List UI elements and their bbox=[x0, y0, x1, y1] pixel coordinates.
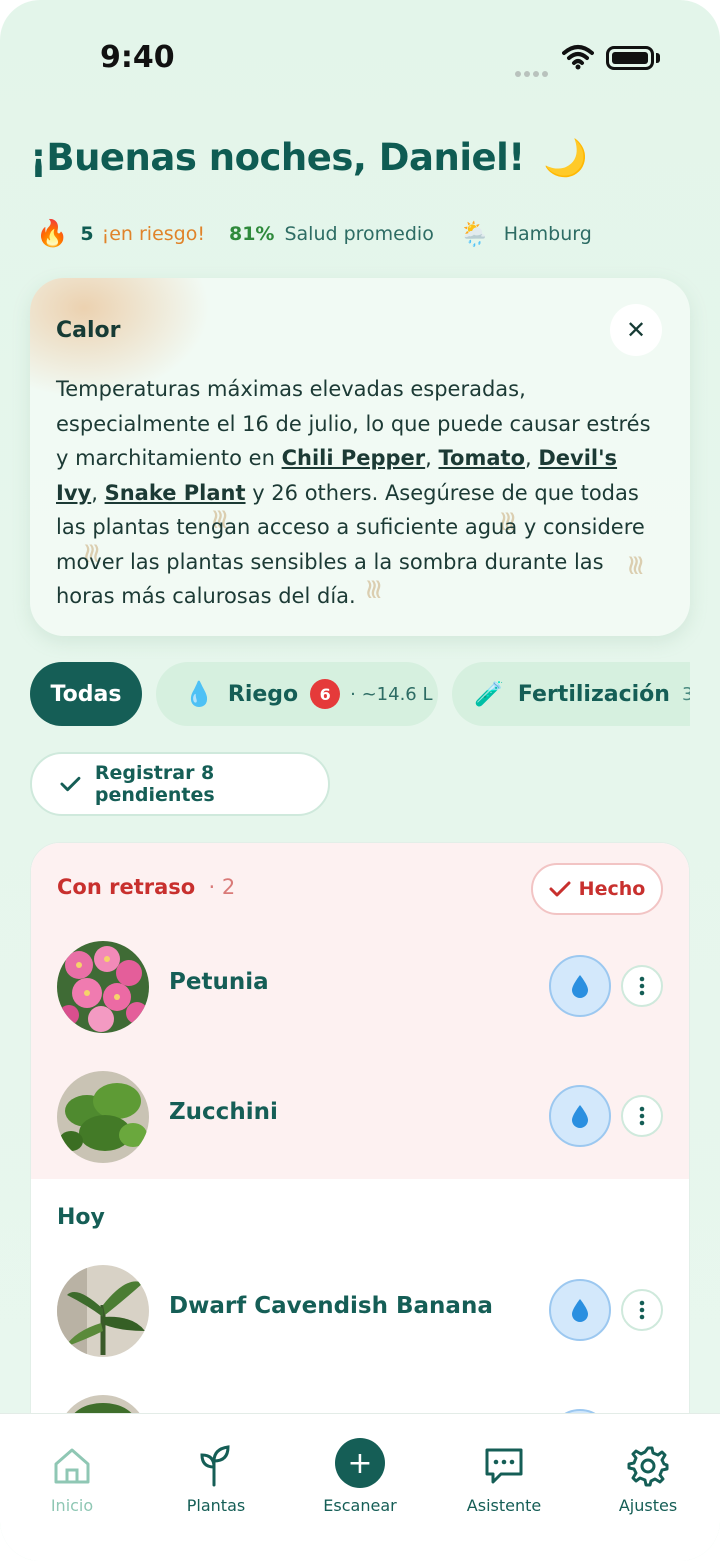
signal-dots-icon bbox=[515, 62, 551, 81]
tab-all[interactable]: Todas bbox=[30, 662, 142, 726]
plant-photo-zucchini bbox=[57, 1071, 149, 1163]
app-screen: 9:40 ¡Buenas noches, Daniel! 🌙 🔥 5 ¡en r… bbox=[0, 0, 720, 1561]
check-icon bbox=[60, 776, 81, 792]
plant-name: Petunia bbox=[169, 969, 269, 995]
nav-label-settings: Ajustes bbox=[618, 1496, 678, 1515]
stats-row: 🔥 5 ¡en riesgo! 81% Salud promedio 🌦️ Ha… bbox=[36, 216, 592, 252]
tab-all-label: Todas bbox=[50, 681, 122, 707]
status-bar: 9:40 bbox=[0, 0, 720, 110]
close-icon[interactable]: ✕ bbox=[610, 304, 662, 356]
watering-count-badge: 6 bbox=[310, 679, 341, 709]
plant-name: Dwarf Cavendish Banana bbox=[169, 1293, 493, 1319]
status-time: 9:40 bbox=[100, 40, 175, 75]
plant-name: Zucchini bbox=[169, 1099, 278, 1125]
moon-icon: 🌙 bbox=[543, 138, 588, 179]
alert-separator: , bbox=[525, 446, 539, 470]
tab-watering-label: Riego bbox=[227, 681, 299, 707]
list-item[interactable]: Zucchini bbox=[31, 1067, 689, 1167]
home-icon bbox=[52, 1444, 92, 1488]
nav-label-assistant: Asistente bbox=[466, 1496, 542, 1515]
greeting-title: ¡Buenas noches, Daniel! 🌙 bbox=[30, 136, 588, 179]
today-section-title: Hoy bbox=[57, 1205, 105, 1230]
nav-label-plants: Plantas bbox=[186, 1496, 246, 1515]
heat-alert-card: ≀≀≀ ≀≀≀ ≀≀≀ ≀≀≀ ≀≀≀ Calor ✕ Temperaturas… bbox=[30, 278, 690, 636]
tab-fertilization[interactable]: 🧪 Fertilización 39 bbox=[452, 662, 690, 726]
list-item[interactable]: Dwarf Cavendish Banana bbox=[31, 1261, 689, 1361]
plant-photo-petunia bbox=[57, 941, 149, 1033]
fertilization-count: 39 bbox=[681, 683, 690, 705]
wifi-icon bbox=[562, 45, 594, 70]
alert-plant-link[interactable]: Tomato bbox=[439, 446, 525, 470]
health-label: Salud promedio bbox=[284, 223, 434, 245]
risk-count: 5 bbox=[80, 223, 94, 245]
nav-item-assistant[interactable]: Asistente bbox=[432, 1414, 576, 1561]
gear-icon bbox=[627, 1444, 669, 1488]
done-label: Hecho bbox=[578, 878, 646, 900]
tab-watering[interactable]: 💧 Riego 6 · ~14.6 L bbox=[156, 662, 438, 726]
alert-plant-link[interactable]: Chili Pepper bbox=[282, 446, 426, 470]
alert-message: Temperaturas máximas elevadas esperadas,… bbox=[56, 372, 666, 614]
overdue-title: Con retraso bbox=[57, 875, 196, 899]
filter-tabs: Todas 💧 Riego 6 · ~14.6 L 🧪 Fertilizació… bbox=[30, 662, 690, 728]
weather-city[interactable]: Hamburg bbox=[504, 223, 592, 245]
water-drop-icon[interactable] bbox=[549, 1279, 611, 1341]
test-tube-icon: 🧪 bbox=[474, 680, 504, 708]
water-drop-icon[interactable] bbox=[549, 955, 611, 1017]
plus-icon: + bbox=[335, 1438, 385, 1488]
greeting-text: ¡Buenas noches, Daniel! bbox=[30, 136, 525, 179]
fire-icon: 🔥 bbox=[36, 219, 69, 249]
nav-item-settings[interactable]: Ajustes bbox=[576, 1414, 720, 1561]
watering-volume: · ~14.6 L bbox=[350, 683, 433, 705]
plant-photo-banana bbox=[57, 1265, 149, 1357]
overdue-header: Con retraso · 2 bbox=[57, 875, 235, 899]
bottom-navigation: Inicio Plantas + Escanear Asistente Ajus… bbox=[0, 1413, 720, 1561]
done-button[interactable]: Hecho bbox=[531, 863, 663, 915]
nav-label-home: Inicio bbox=[50, 1496, 94, 1515]
more-options-icon[interactable] bbox=[621, 1289, 663, 1331]
log-pending-label: Registrar 8 pendientes bbox=[94, 762, 215, 806]
alert-title: Calor bbox=[56, 318, 121, 343]
risk-label[interactable]: ¡en riesgo! bbox=[102, 223, 205, 245]
list-item[interactable]: Petunia bbox=[31, 937, 689, 1037]
battery-icon bbox=[606, 46, 654, 70]
nav-label-scan: Escanear bbox=[323, 1496, 397, 1515]
log-pending-button[interactable]: Registrar 8 pendientes bbox=[30, 752, 330, 816]
nav-item-scan[interactable]: + Escanear bbox=[288, 1414, 432, 1561]
nav-item-plants[interactable]: Plantas bbox=[144, 1414, 288, 1561]
more-options-icon[interactable] bbox=[621, 965, 663, 1007]
health-value: 81% bbox=[228, 223, 275, 245]
alert-separator: , bbox=[425, 446, 439, 470]
overdue-count: · 2 bbox=[208, 875, 236, 899]
close-glyph: ✕ bbox=[625, 316, 647, 344]
chat-icon bbox=[483, 1444, 525, 1488]
more-options-icon[interactable] bbox=[621, 1095, 663, 1137]
tab-fertilization-label: Fertilización bbox=[517, 681, 670, 707]
weather-icon: 🌦️ bbox=[459, 220, 490, 248]
nav-item-home[interactable]: Inicio bbox=[0, 1414, 144, 1561]
water-drop-icon[interactable] bbox=[549, 1085, 611, 1147]
alert-plant-link[interactable]: Snake Plant bbox=[105, 481, 246, 505]
water-drop-icon: 💧 bbox=[184, 680, 214, 708]
sprout-icon bbox=[198, 1444, 234, 1488]
battery-nub bbox=[656, 53, 660, 63]
check-icon bbox=[549, 881, 571, 897]
alert-separator: , bbox=[91, 480, 98, 505]
overdue-section: Con retraso · 2 Hecho Petunia Zucchini bbox=[31, 843, 689, 1179]
